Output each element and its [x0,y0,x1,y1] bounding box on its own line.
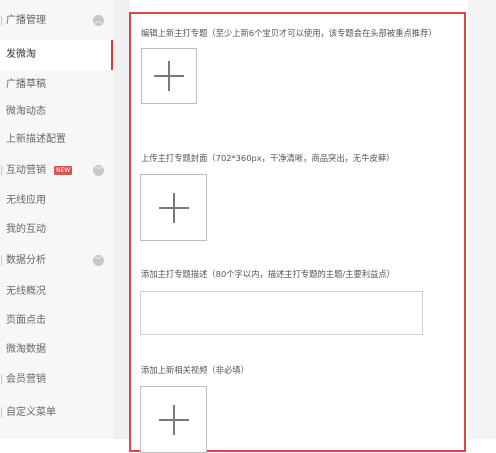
sidebar-item-post-weitao[interactable]: 发微淘 [0,40,113,70]
sidebar-item-label: 无线概况 [6,286,46,297]
sidebar-item-label: 互动营销 [6,165,46,176]
sidebar-item-my-interactions[interactable]: 我的互动 [0,215,112,245]
sidebar-edge-mark: | [0,255,4,266]
video-upload-button[interactable] [140,386,207,453]
sidebar-item-member-marketing[interactable]: | 会员营销 [0,365,112,395]
sidebar-item-page-clicks[interactable]: 页面点击 [0,306,112,336]
sidebar-edge-mark: | [0,407,4,418]
sidebar-item-interactive-marketing[interactable]: | 互动营销 NEW ﹀ [0,156,112,186]
section-label-cover: 上传主打专题封面（702*360px，干净清晰，商品突出，无牛皮藓） [141,153,395,163]
sidebar: | 广播管理 ︿ 发微淘 广播草稿 微淘动态 上新描述配置 | 互动营销 NEW… [0,0,114,439]
section-label-topic: 编辑上新主打专题（至少上新6个宝贝才可以使用，该专题会在头部被重点推荐） [141,28,437,38]
section-label-video: 添加上新相关视频（非必填） [141,365,249,375]
topic-upload-button[interactable] [141,48,197,104]
sidebar-item-label: 广播草稿 [6,79,46,90]
sidebar-edge-mark: | [0,374,4,385]
sidebar-item-label: 微淘动态 [6,106,46,117]
chevron-down-icon[interactable]: ﹀ [93,255,104,266]
chevron-up-icon[interactable]: ︿ [93,15,104,26]
plus-icon [154,61,184,91]
new-badge: NEW [54,166,73,175]
sidebar-item-label: 会员营销 [6,374,46,385]
sidebar-item-label: 无线应用 [6,195,46,206]
sidebar-item-label: 上新描述配置 [6,134,66,145]
sidebar-item-label: 数据分析 [6,255,46,266]
section-label-description: 添加主打专题描述（80个字以内，描述主打专题的主题/主要利益点） [141,269,395,279]
plus-icon [158,192,189,223]
sidebar-item-wireless-overview[interactable]: 无线概况 [0,277,112,307]
sidebar-edge-mark: | [0,165,4,176]
sidebar-item-label: 广播管理 [6,15,46,26]
sidebar-item-label: 我的互动 [6,224,46,235]
sidebar-item-drafts[interactable]: 广播草稿 [0,70,112,100]
chevron-down-icon[interactable]: ﹀ [93,165,104,176]
sidebar-item-label: 微淘数据 [6,344,46,355]
plus-icon [158,404,189,435]
right-gutter [468,0,496,439]
sidebar-item-new-desc-config[interactable]: 上新描述配置 [0,125,112,155]
sidebar-item-label: 自定义菜单 [6,407,56,418]
sidebar-item-weitao-feed[interactable]: 微淘动态 [0,97,112,127]
cover-upload-button[interactable] [140,174,207,241]
sidebar-item-wireless-apps[interactable]: 无线应用 [0,186,112,216]
sidebar-item-label: 页面点击 [6,315,46,326]
sidebar-edge-mark: | [0,15,4,26]
sidebar-item-data-analysis[interactable]: | 数据分析 ﹀ [0,246,112,276]
sidebar-item-label: 发微淘 [6,49,36,60]
sidebar-item-broadcast-manage[interactable]: | 广播管理 ︿ [0,6,112,36]
sidebar-item-custom-menu[interactable]: | 自定义菜单 [0,398,112,428]
content-gutter [113,0,130,439]
sidebar-item-weitao-data[interactable]: 微淘数据 [0,335,112,365]
description-textarea[interactable] [140,291,423,335]
